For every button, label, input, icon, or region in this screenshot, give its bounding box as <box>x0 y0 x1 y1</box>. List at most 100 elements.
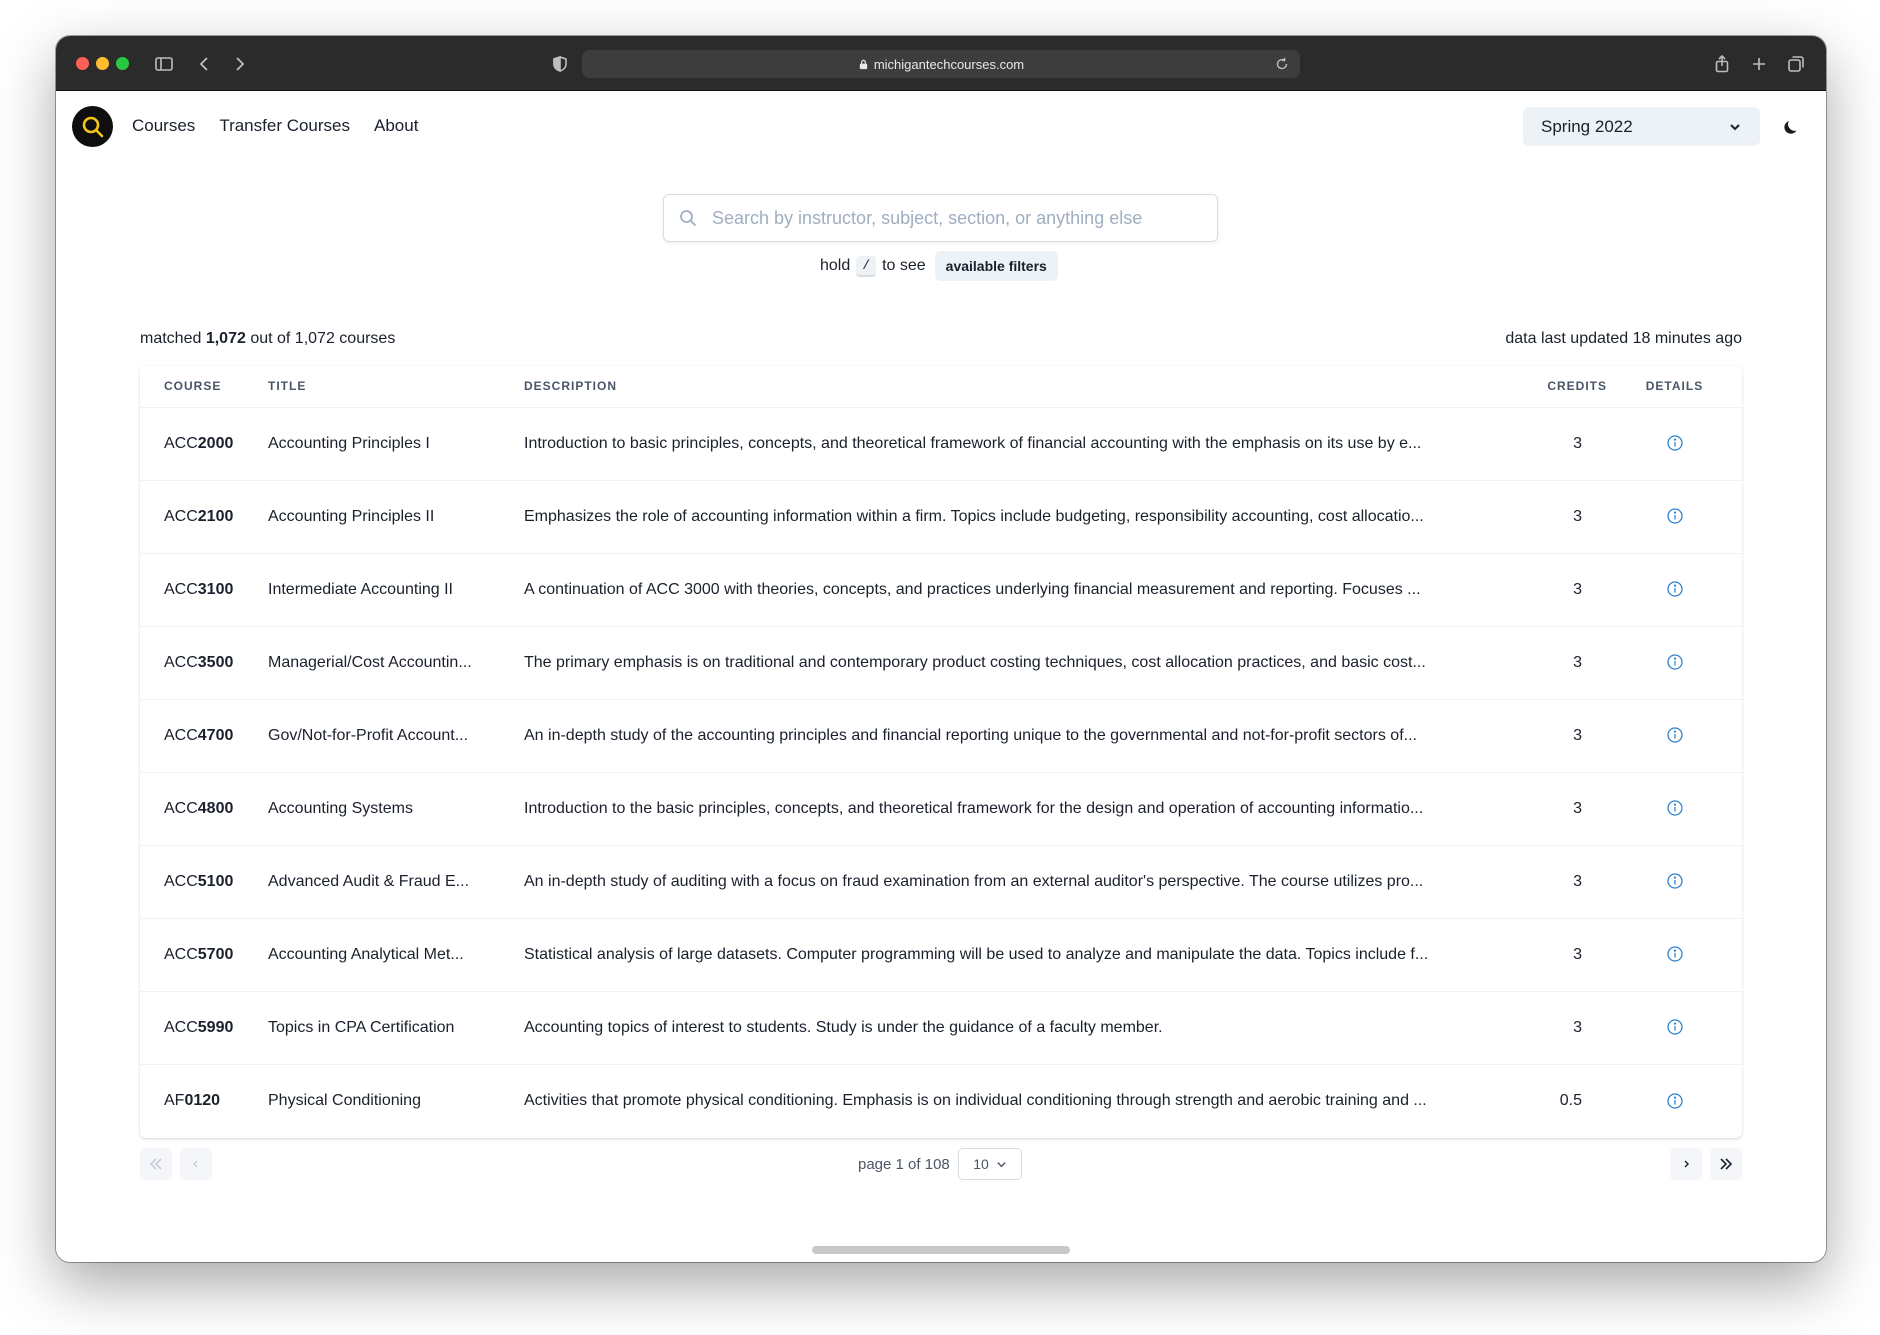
course-title: Gov/Not-for-Profit Account... <box>268 699 524 773</box>
address-bar[interactable]: michigantechcourses.com <box>582 50 1300 78</box>
course-description: An in-depth study of the accounting prin… <box>524 699 1466 773</box>
info-icon[interactable] <box>1666 653 1684 671</box>
course-subject: ACC <box>164 653 198 671</box>
header-title[interactable]: Title <box>268 366 524 408</box>
course-subject: AF <box>164 1091 185 1109</box>
matched-count: 1,072 <box>205 330 246 347</box>
course-title: Advanced Audit & Fraud E... <box>268 845 524 919</box>
close-window-button[interactable] <box>76 57 89 70</box>
table-row[interactable]: ACC2100 Accounting Principles II Emphasize… <box>140 480 1742 554</box>
info-icon[interactable] <box>1666 945 1684 963</box>
share-icon[interactable] <box>1710 52 1734 76</box>
course-description: Activities that promote physical conditi… <box>524 1091 1427 1109</box>
search-input[interactable] <box>712 207 1192 229</box>
back-arrow-icon[interactable] <box>193 52 217 76</box>
tab-overview-icon[interactable] <box>1784 52 1808 76</box>
table-row[interactable]: ACC5990 Topics in CPA Certification Accoun… <box>140 991 1742 1065</box>
previous-page-button[interactable] <box>180 1148 212 1180</box>
course-title: Managerial/Cost Accountin... <box>268 626 524 700</box>
table-row[interactable]: AF0120 Physical Conditioning Activities th… <box>140 1064 1742 1137</box>
browser-window: michigantechcourses.com Courses Transfer… <box>56 36 1826 1262</box>
last-page-button[interactable] <box>1710 1148 1742 1180</box>
course-code: ACC3500 <box>140 626 268 700</box>
course-subject: ACC <box>164 799 198 817</box>
maximize-window-button[interactable] <box>116 57 129 70</box>
course-number: 3500 <box>197 653 234 671</box>
course-number: 4800 <box>197 799 234 817</box>
next-page-button[interactable] <box>1670 1148 1702 1180</box>
course-code: ACC5990 <box>140 991 268 1065</box>
info-icon[interactable] <box>1666 580 1684 598</box>
chevron-down-icon <box>1730 123 1740 130</box>
semester-select[interactable]: Spring 2022 <box>1523 107 1760 146</box>
table-header-row: Course Title Description Credits Details <box>140 366 1742 408</box>
table-row[interactable]: ACC5100 Advanced Audit & Fraud E... An in-… <box>140 845 1742 919</box>
details-cell <box>1607 1064 1742 1137</box>
table-row[interactable]: ACC4700 Gov/Not-for-Profit Account... An i… <box>140 699 1742 773</box>
results-summary: matched 1,072 out of 1,072 courses data … <box>140 330 1742 348</box>
course-subject: ACC <box>164 507 198 525</box>
course-number: 4700 <box>197 726 234 744</box>
table-row[interactable]: ACC3500 Managerial/Cost Accountin... The p… <box>140 626 1742 700</box>
new-tab-icon[interactable] <box>1747 52 1771 76</box>
table-row[interactable]: ACC2000 Accounting Principles I Introducti… <box>140 407 1742 481</box>
page-size-select[interactable]: 10 <box>958 1148 1022 1180</box>
available-filters-button[interactable]: available filters <box>934 251 1058 281</box>
course-credits: 3 <box>1466 553 1607 627</box>
sidebar-toggle-icon[interactable] <box>152 52 176 76</box>
course-title: Intermediate Accounting II <box>268 553 524 627</box>
info-icon[interactable] <box>1666 872 1684 890</box>
page-info: page 1 of 108 <box>858 1156 950 1173</box>
details-cell <box>1607 626 1742 700</box>
privacy-shield-icon[interactable] <box>548 52 572 76</box>
course-code: AF0120 <box>140 1064 268 1137</box>
info-icon[interactable] <box>1666 1092 1684 1110</box>
header-description[interactable]: Description <box>524 366 1466 408</box>
course-title: Physical Conditioning <box>268 1091 421 1109</box>
course-credits: 3 <box>1466 699 1607 773</box>
details-cell <box>1607 407 1742 481</box>
course-description: Introduction to basic principles, concep… <box>524 407 1466 481</box>
table-row[interactable]: ACC5700 Accounting Analytical Met... Stati… <box>140 918 1742 992</box>
courses-table-card: Course Title Description Credits Details… <box>140 366 1742 1138</box>
site-logo[interactable] <box>72 106 113 147</box>
course-code: ACC2100 <box>140 480 268 554</box>
course-code: ACC4700 <box>140 699 268 773</box>
minimize-window-button[interactable] <box>96 57 109 70</box>
info-icon[interactable] <box>1666 507 1684 525</box>
app-content: Courses Transfer Courses About Spring 20… <box>56 91 1826 1262</box>
first-page-button[interactable] <box>140 1148 172 1180</box>
course-number: 0120 <box>184 1091 221 1109</box>
info-icon[interactable] <box>1666 1018 1684 1036</box>
course-code: ACC5700 <box>140 918 268 992</box>
header-details: Details <box>1607 366 1742 408</box>
details-cell <box>1607 845 1742 919</box>
info-icon[interactable] <box>1666 434 1684 452</box>
nav-link-transfer-courses[interactable]: Transfer Courses <box>219 116 350 136</box>
table-row[interactable]: ACC4800 Accounting Systems Introduction to… <box>140 772 1742 846</box>
course-number: 5100 <box>197 872 234 890</box>
course-subject: ACC <box>164 580 198 598</box>
nav-link-courses[interactable]: Courses <box>132 116 195 136</box>
courses-table: Course Title Description Credits Details… <box>140 366 1742 1137</box>
info-icon[interactable] <box>1666 799 1684 817</box>
course-description: Emphasizes the role of accounting inform… <box>524 480 1466 554</box>
table-row[interactable]: ACC3100 Intermediate Accounting II A conti… <box>140 553 1742 627</box>
nav-link-about[interactable]: About <box>374 116 418 136</box>
details-cell <box>1607 699 1742 773</box>
course-subject: ACC <box>164 945 198 963</box>
header-course[interactable]: Course <box>140 366 268 408</box>
top-navigation: Courses Transfer Courses About Spring 20… <box>56 91 1826 161</box>
hint-middle: to see <box>882 257 926 274</box>
info-icon[interactable] <box>1666 726 1684 744</box>
course-code: ACC4800 <box>140 772 268 846</box>
details-cell <box>1607 918 1742 992</box>
reload-icon[interactable] <box>1274 56 1290 72</box>
course-number: 3100 <box>197 580 234 598</box>
dark-mode-moon-icon[interactable] <box>1781 116 1801 136</box>
course-title: Accounting Analytical Met... <box>268 918 524 992</box>
header-credits[interactable]: Credits <box>1466 366 1607 408</box>
forward-arrow-icon[interactable] <box>227 52 251 76</box>
course-code: ACC2000 <box>140 407 268 481</box>
horizontal-scrollbar[interactable] <box>812 1246 1070 1254</box>
